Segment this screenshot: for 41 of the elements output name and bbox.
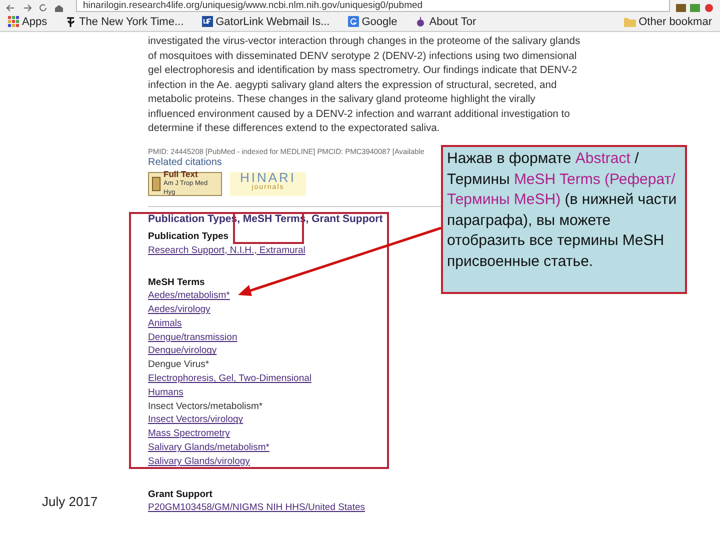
term-text: Dengue Virus*: [148, 358, 210, 372]
term-link[interactable]: Salivary Glands/virology: [148, 454, 250, 469]
subsection-heading: Grant Support: [148, 488, 212, 501]
term-link[interactable]: Dengue/transmission: [148, 330, 238, 344]
full-text-label: Full Text: [164, 170, 199, 179]
term-text: Insect Vectors/metabolism*: [148, 400, 263, 414]
bookmark[interactable]: Google: [344, 14, 400, 28]
bookmark[interactable]: The New York Time...: [62, 14, 187, 28]
letter-g-icon: [348, 16, 359, 27]
apps-grid-icon: [8, 16, 19, 27]
term-link[interactable]: Dengue/virology: [148, 344, 217, 358]
related-citations-link[interactable]: Related citations: [148, 156, 222, 168]
term-link[interactable]: Salivary Glands/metabolism*: [148, 441, 270, 455]
book-icon: [152, 176, 161, 192]
term-link[interactable]: Mass Spectrometry: [148, 427, 230, 442]
uf-logo-icon: [202, 16, 213, 27]
term-link[interactable]: Insect Vectors/virology: [148, 413, 244, 428]
callout-text: Нажав в формате Abstract /Термины MeSH Terms (Реферат/Термины MeSH) (в нижней части параграфа), вы можете отобразить все термины MeSH присвоенные статье.: [447, 149, 678, 272]
term-link[interactable]: Aedes/metabolism*: [148, 289, 230, 304]
term-link[interactable]: Animals: [148, 316, 182, 331]
term-link[interactable]: Humans: [148, 386, 184, 400]
term-link[interactable]: Aedes/virology: [148, 303, 210, 317]
term-link[interactable]: Electrophoresis, Gel, Two-Dimensional: [148, 372, 312, 386]
bookmark[interactable]: Other bookmar: [620, 14, 715, 28]
onion-icon: [415, 16, 426, 27]
hinari-label: HINARI: [238, 172, 298, 182]
term-link[interactable]: P20GM103458/GM/NIGMS NIH HHS/United States: [148, 500, 365, 514]
address-field[interactable]: hinarilogin.research4life.org/uniquesig/www.ncbi.nlm.nih.gov/uniquesig0/pubmed: [76, 0, 670, 12]
reload-icon[interactable]: [38, 4, 48, 12]
back-icon[interactable]: [6, 4, 16, 12]
subsection-heading: MeSH Terms: [148, 277, 205, 290]
bookmark[interactable]: About Tor: [412, 14, 480, 28]
abstract-text: investigated the virus-vector interaction through changes in the proteome of the salivary glands of mosquitoes with disseminated DENV serotype 2 (DENV-2) infections using two dimensional gel electrophoresis and identification by mass spectrometry. Our findings indicate that DENV-2 infection in the Ae. aegypti salivary gland alters the expression of structural, secreted, and metabolic proteins. These changes in the salivary gland proteome highlight the virally influenced environment caused by a DENV-2 infection and warrant additional investigation to determine if these differences extend to the expectorated saliva.: [148, 35, 582, 136]
term-link[interactable]: Research Support, N.I.H., Extramural: [148, 244, 306, 258]
folder-icon: [624, 16, 636, 26]
letter-t-icon: [65, 16, 76, 27]
forward-icon[interactable]: [22, 4, 32, 12]
subsection-heading: Publication Types: [148, 230, 229, 242]
date-footer: July 2017: [42, 494, 98, 509]
bookmark[interactable]: Apps: [5, 14, 50, 28]
bookmark[interactable]: GatorLink Webmail Is...: [198, 14, 333, 28]
